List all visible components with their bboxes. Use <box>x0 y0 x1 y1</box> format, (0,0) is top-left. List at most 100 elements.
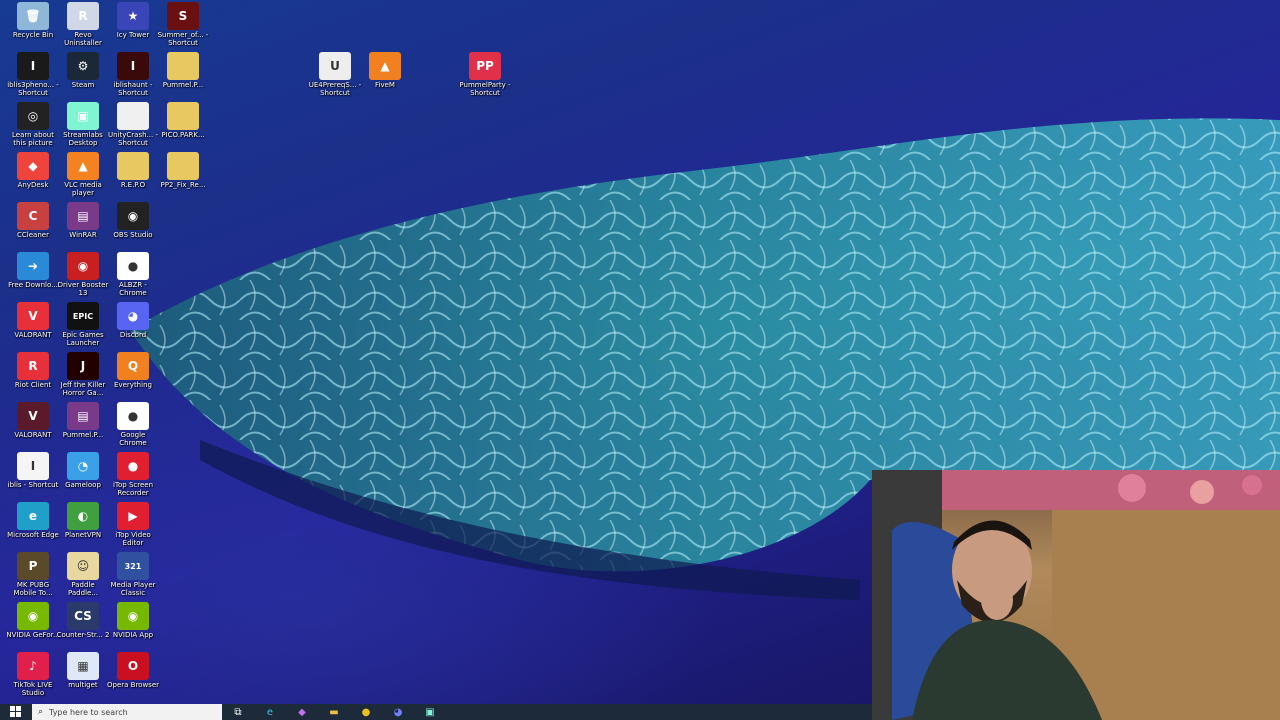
desktop-icon[interactable]: ▶ iTop Video Editor <box>108 502 158 547</box>
desktop-icon-label: FiveM <box>375 81 395 89</box>
desktop-icon-label: Pummel.P... <box>162 81 204 89</box>
desktop-icon[interactable]: ● ALBZR - Chrome <box>108 252 158 297</box>
desktop-icon-label: Epic Games Launcher <box>62 331 104 347</box>
nvidia-geforce-icon: ◉ <box>17 602 49 630</box>
desktop-icon-label: Google Chrome <box>119 431 147 447</box>
desktop-icon[interactable]: ▲ FiveM <box>360 52 410 89</box>
desktop-icon-label: PICO.PARK... <box>161 131 205 139</box>
desktop-icon-label: CCleaner <box>17 231 49 239</box>
desktop-icon[interactable]: EPIC Epic Games Launcher <box>58 302 108 347</box>
desktop-icon[interactable]: Iiblis - Shortcut <box>8 452 58 489</box>
desktop-icon[interactable]: PICO.PARK... <box>158 102 208 139</box>
riot-client-icon: R <box>17 352 49 380</box>
desktop-icon[interactable]: Iiblishaunt - Shortcut <box>108 52 158 97</box>
winrar-icon: ▤ <box>67 202 99 230</box>
gameloop-icon: ◔ <box>67 452 99 480</box>
desktop-icon[interactable]: V VALORANT <box>8 302 58 339</box>
desktop-icon[interactable]: V VALORANT <box>8 402 58 439</box>
desktop-icon[interactable]: ⚙ Steam <box>58 52 108 89</box>
streamlabs-taskbar-icon[interactable]: ▣ <box>414 704 446 720</box>
desktop-icon[interactable]: ◔ Gameloop <box>58 452 108 489</box>
desktop-icon[interactable]: ◐ PlanetVPN <box>58 502 108 539</box>
edge-taskbar-icon[interactable]: e <box>254 704 286 720</box>
desktop-icon-label: Revo Uninstaller <box>64 31 102 47</box>
valorant-client-icon: V <box>17 302 49 330</box>
desktop-icon[interactable]: J Jeff the Killer Horror Ga... <box>58 352 108 397</box>
desktop-icon-label: Opera Browser <box>106 681 160 689</box>
desktop-icon[interactable]: R Riot Client <box>8 352 58 389</box>
desktop-icon-label: VALORANT <box>14 331 52 339</box>
desktop-icon[interactable]: PP2_Fix_Re... <box>158 152 208 189</box>
folder-icon <box>167 102 199 130</box>
desktop-icon[interactable]: ♪ TikTok LIVE Studio <box>8 652 58 697</box>
desktop-icon-label: MK PUBG Mobile To... <box>13 581 53 597</box>
desktop-icon[interactable]: R Revo Uninstaller <box>58 2 108 47</box>
desktop-icon-label: Steam <box>71 81 95 89</box>
desktop-icon[interactable]: 🗑 Recycle Bin <box>8 2 58 39</box>
desktop-icon-label: VLC media player <box>64 181 102 197</box>
desktop-icon[interactable]: C CCleaner <box>8 202 58 239</box>
desktop-icon-label: WinRAR <box>69 231 97 239</box>
desktop-icon[interactable]: ◉ NVIDIA GeFor... <box>6 602 60 639</box>
start-button[interactable] <box>0 704 32 720</box>
desktop-icon[interactable]: ▣ Streamlabs Desktop <box>58 102 108 147</box>
task-view-icon[interactable]: ⧉ <box>222 704 254 720</box>
obs-icon: ◉ <box>117 202 149 230</box>
desktop-icon[interactable]: ● iTop Screen Recorder <box>108 452 158 497</box>
desktop-icon[interactable]: Pummel.P... <box>158 52 208 89</box>
iblis-icon: I <box>17 452 49 480</box>
free-download-icon: ➜ <box>17 252 49 280</box>
desktop-icon-label: Everything <box>114 381 152 389</box>
desktop-icon[interactable]: PP PummelParty - Shortcut <box>459 52 511 97</box>
mpc-icon: 321 <box>117 552 149 580</box>
desktop-icon-label: Riot Client <box>14 381 52 389</box>
desktop-icon[interactable]: e Microsoft Edge <box>7 502 59 539</box>
ccleaner-icon: C <box>17 202 49 230</box>
desktop-icon[interactable]: ◕ Discord <box>108 302 158 339</box>
desktop-icon[interactable]: ➜ Free Downlo... <box>8 252 58 289</box>
desktop-icon-label: NVIDIA App <box>112 631 154 639</box>
desktop-icon[interactable]: ● Google Chrome <box>108 402 158 447</box>
desktop-icon[interactable]: O Opera Browser <box>106 652 160 689</box>
desktop-icon[interactable]: Q Everything <box>108 352 158 389</box>
desktop-icon[interactable]: ★ Icy Tower <box>108 2 158 39</box>
desktop-icon[interactable]: S Summer_of... - Shortcut <box>158 2 208 47</box>
file-explorer-icon[interactable]: ▬ <box>318 704 350 720</box>
streamer-person-image <box>872 470 1280 720</box>
copilot-icon[interactable]: ◆ <box>286 704 318 720</box>
desktop-icon[interactable]: U UE4PrereqS... - Shortcut <box>309 52 361 97</box>
desktop-icon[interactable]: CS Counter-Str... 2 <box>57 602 109 639</box>
counter-strike-icon: CS <box>67 602 99 630</box>
desktop-icon-label: OBS Studio <box>113 231 153 239</box>
desktop-icon-label: Discord <box>119 331 147 339</box>
desktop-icon[interactable]: ◉ OBS Studio <box>108 202 158 239</box>
desktop-icon[interactable]: ▦ multiget <box>58 652 108 689</box>
desktop-icon[interactable]: ▲ VLC media player <box>58 152 108 197</box>
desktop-icon[interactable]: P MK PUBG Mobile To... <box>8 552 58 597</box>
desktop-icon[interactable]: ▤ Pummel.P... <box>58 402 108 439</box>
everything-icon: Q <box>117 352 149 380</box>
desktop-icon-label: R.E.P.O <box>120 181 146 189</box>
desktop-icon-label: Pummel.P... <box>62 431 104 439</box>
desktop-icon[interactable]: ☺ Paddle Paddle... <box>58 552 108 597</box>
desktop-icon[interactable]: R.E.P.O <box>108 152 158 189</box>
desktop-icon[interactable]: Iiblis3pheno... - Shortcut <box>7 52 59 97</box>
itop-editor-icon: ▶ <box>117 502 149 530</box>
desktop-icon-label: Microsoft Edge <box>7 531 59 539</box>
desktop-icon[interactable]: ◉ Driver Booster 13 <box>58 252 108 297</box>
nvidia-app-icon: ◉ <box>117 602 149 630</box>
desktop-icon[interactable]: ◆ AnyDesk <box>8 152 58 189</box>
tiktok-icon: ♪ <box>17 652 49 680</box>
desktop-icon-label: Learn about this picture <box>12 131 54 147</box>
desktop-icon[interactable]: 321 Media Player Classic <box>108 552 158 597</box>
desktop-icon[interactable]: UnityCrash... - Shortcut <box>108 102 158 147</box>
desktop-icon[interactable]: ◉ NVIDIA App <box>108 602 158 639</box>
desktop-icon[interactable]: ▤ WinRAR <box>58 202 108 239</box>
discord-taskbar-icon[interactable]: ◕ <box>382 704 414 720</box>
chrome-taskbar-icon[interactable]: ● <box>350 704 382 720</box>
windows-logo-icon <box>10 706 21 717</box>
taskbar-search-box[interactable]: ⌕ Type here to search <box>32 704 222 720</box>
desktop-icon[interactable]: ◎ Learn about this picture <box>8 102 58 147</box>
desktop-icon-label: AnyDesk <box>17 181 49 189</box>
desktop-icon-label: iTop Video Editor <box>115 531 151 547</box>
